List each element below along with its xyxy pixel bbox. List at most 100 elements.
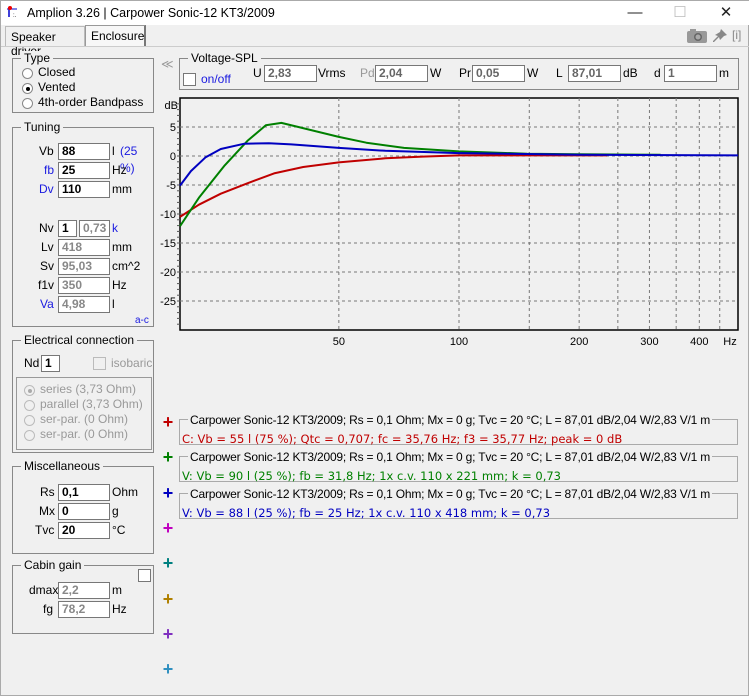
y-axis-label: dB [165, 100, 178, 112]
d-input[interactable]: 1 [664, 65, 717, 82]
minimize-button[interactable]: — [615, 3, 655, 23]
va-value: 4,98 [58, 296, 110, 313]
title-bar: :. Amplion 3.26 | Carpower Sonic-12 KT3/… [1, 1, 749, 25]
f1v-label: f1v [38, 278, 55, 292]
rs-input[interactable]: 0,1 [58, 484, 110, 501]
legend-box: Carpower Sonic-12 KT3/2009; Rs = 0,1 Ohm… [179, 413, 738, 446]
onoff-checkbox[interactable] [183, 73, 196, 86]
type-group-title: Type [21, 51, 54, 65]
legend-value: V: Vb = 88 l (25 %); fb = 25 Hz; 1x c.v.… [182, 506, 551, 520]
fb-input[interactable]: 25 [58, 162, 110, 179]
tab-speaker-driver[interactable]: Speaker driver [5, 26, 85, 58]
radio-closed[interactable] [22, 68, 33, 79]
tuning-title: Tuning [21, 120, 64, 134]
mx-label: Mx [39, 504, 55, 518]
info-icon[interactable]: [i] [732, 28, 741, 42]
legend-header: Carpower Sonic-12 KT3/2009; Rs = 0,1 Ohm… [188, 487, 713, 501]
y-tick-label: -20 [160, 267, 176, 279]
y-tick-label: -25 [160, 296, 176, 308]
tvc-input[interactable]: 20 [58, 522, 110, 539]
vb-input[interactable]: 88 [58, 143, 110, 160]
rs-unit: Ohm [112, 485, 139, 499]
va-label[interactable]: Va [40, 296, 54, 313]
mx-unit: g [112, 504, 119, 518]
sv-value: 95,03 [58, 258, 110, 275]
pd-label: Pd [360, 66, 375, 80]
radio-ser-par-1[interactable] [24, 415, 35, 426]
pr-label: Pr [459, 66, 471, 80]
voltage-spl-group: Voltage-SPL on/off U 2,83 Vrms Pd 2,04 W… [179, 51, 739, 90]
va-unit: l [112, 297, 115, 311]
cabin-gain-checkbox[interactable] [138, 569, 151, 582]
mx-input[interactable]: 0 [58, 503, 110, 520]
dmax-unit: m [112, 583, 122, 597]
u-label: U [253, 66, 262, 80]
add-curve-plus-icon[interactable]: + [161, 554, 175, 572]
k-value: 0,73 [79, 220, 110, 237]
sv-label: Sv [40, 259, 55, 273]
app-icon: :. [7, 6, 17, 19]
connection-options: series (3,73 Ohm) parallel (3,73 Ohm) se… [16, 377, 152, 450]
tab-enclosure[interactable]: Enclosure [85, 25, 146, 47]
legend-value: C: Vb = 55 l (75 %); Qtc = 0,707; fc = 3… [182, 432, 623, 446]
nv-input[interactable]: 1 [58, 220, 77, 237]
tab-divider [1, 46, 749, 47]
legend-box: Carpower Sonic-12 KT3/2009; Rs = 0,1 Ohm… [179, 450, 738, 483]
lv-label: Lv [41, 240, 54, 254]
nd-input[interactable]: 1 [41, 355, 60, 372]
l-label: L [556, 66, 563, 80]
voltage-spl-title: Voltage-SPL [188, 51, 261, 65]
add-curve-plus-icon[interactable]: + [161, 448, 175, 466]
radio-vented[interactable] [22, 83, 33, 94]
add-curve-plus-icon[interactable]: + [161, 519, 175, 537]
pr-input[interactable]: 0,05 [472, 65, 525, 82]
y-tick-label: -15 [160, 238, 176, 250]
fg-label: fg [43, 602, 54, 616]
add-curve-plus-icon[interactable]: + [161, 660, 175, 678]
svg-text::.: :. [13, 13, 17, 19]
x-tick-label: 400 [690, 336, 708, 348]
y-tick-label: -5 [166, 180, 176, 192]
camera-icon[interactable] [687, 29, 707, 43]
pd-input[interactable]: 2,04 [375, 65, 428, 82]
misc-title: Miscellaneous [21, 459, 104, 473]
window-title: Amplion 3.26 | Carpower Sonic-12 KT3/200… [27, 6, 275, 20]
f1v-unit: Hz [112, 278, 127, 292]
u-input[interactable]: 2,83 [264, 65, 317, 82]
dv-label[interactable]: Dv [39, 181, 54, 198]
spl-chart[interactable]: 50-5-10-15-20-25dB50 100 200 300 400 Hz [156, 93, 749, 408]
ac-link[interactable]: a-c [135, 312, 149, 329]
electrical-title: Electrical connection [21, 333, 138, 347]
vb-unit: l [112, 144, 115, 158]
radio-ser-par-2[interactable] [24, 430, 35, 441]
fb-unit: Hz [112, 163, 127, 177]
collapse-button[interactable]: ≪ [161, 57, 174, 71]
onoff-label: on/off [201, 72, 231, 86]
k-label[interactable]: k [112, 220, 118, 237]
add-curve-plus-icon[interactable]: + [161, 590, 175, 608]
f1v-value: 350 [58, 277, 110, 294]
u-unit: Vrms [318, 66, 346, 80]
radio-bandpass-label: 4th-order Bandpass [38, 95, 144, 109]
isobaric-checkbox[interactable] [93, 357, 106, 370]
tvc-unit: °C [112, 523, 126, 537]
add-curve-plus-icon[interactable]: + [161, 484, 175, 502]
x-tick-label: 300 [640, 336, 658, 348]
radio-series[interactable] [24, 385, 35, 396]
pin-icon[interactable] [713, 29, 727, 43]
dmax-label: dmax [29, 583, 59, 597]
l-input[interactable]: 87,01 [568, 65, 621, 82]
fg-unit: Hz [112, 602, 127, 616]
radio-parallel[interactable] [24, 400, 35, 411]
fb-label[interactable]: fb [44, 162, 54, 179]
add-curve-plus-icon[interactable]: + [161, 413, 175, 431]
lv-unit: mm [112, 240, 132, 254]
radio-bandpass[interactable] [22, 98, 33, 109]
close-button[interactable]: ✕ [706, 3, 746, 23]
nv-label: Nv [39, 221, 54, 235]
maximize-button[interactable]: ☐ [660, 3, 700, 23]
dmax-value: 2,2 [58, 582, 110, 599]
l-unit: dB [623, 66, 638, 80]
dv-input[interactable]: 110 [58, 181, 110, 198]
add-curve-plus-icon[interactable]: + [161, 625, 175, 643]
